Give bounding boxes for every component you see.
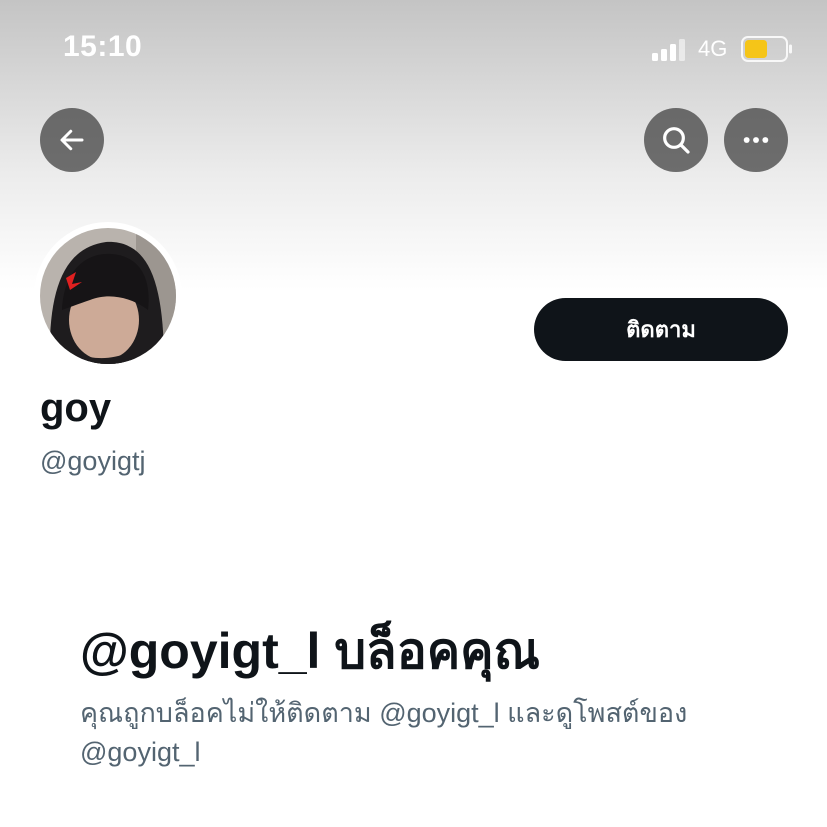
network-type: 4G [698,36,728,61]
display-name: goy [40,386,112,430]
blocked-description: คุณถูกบล็อคไม่ให้ติดตาม @goyigt_l และดูโ… [80,698,688,767]
avatar[interactable] [34,222,182,370]
avatar-image [40,228,176,364]
profile-handle: @goyigtj [40,446,146,476]
search-icon [663,127,690,154]
arrow-left-icon [60,129,84,151]
blocked-title: @goyigt_l บล็อคคุณ [80,623,541,679]
signal-strength-icon [652,39,685,61]
more-options-button[interactable] [724,108,788,172]
status-time: 15:10 [63,30,143,63]
status-bar: 15:10 4G [0,0,827,100]
back-button[interactable] [40,108,104,172]
follow-button[interactable]: ติดตาม [534,298,788,361]
more-horizontal-icon [743,137,769,143]
battery-icon [741,36,792,62]
search-button[interactable] [644,108,708,172]
